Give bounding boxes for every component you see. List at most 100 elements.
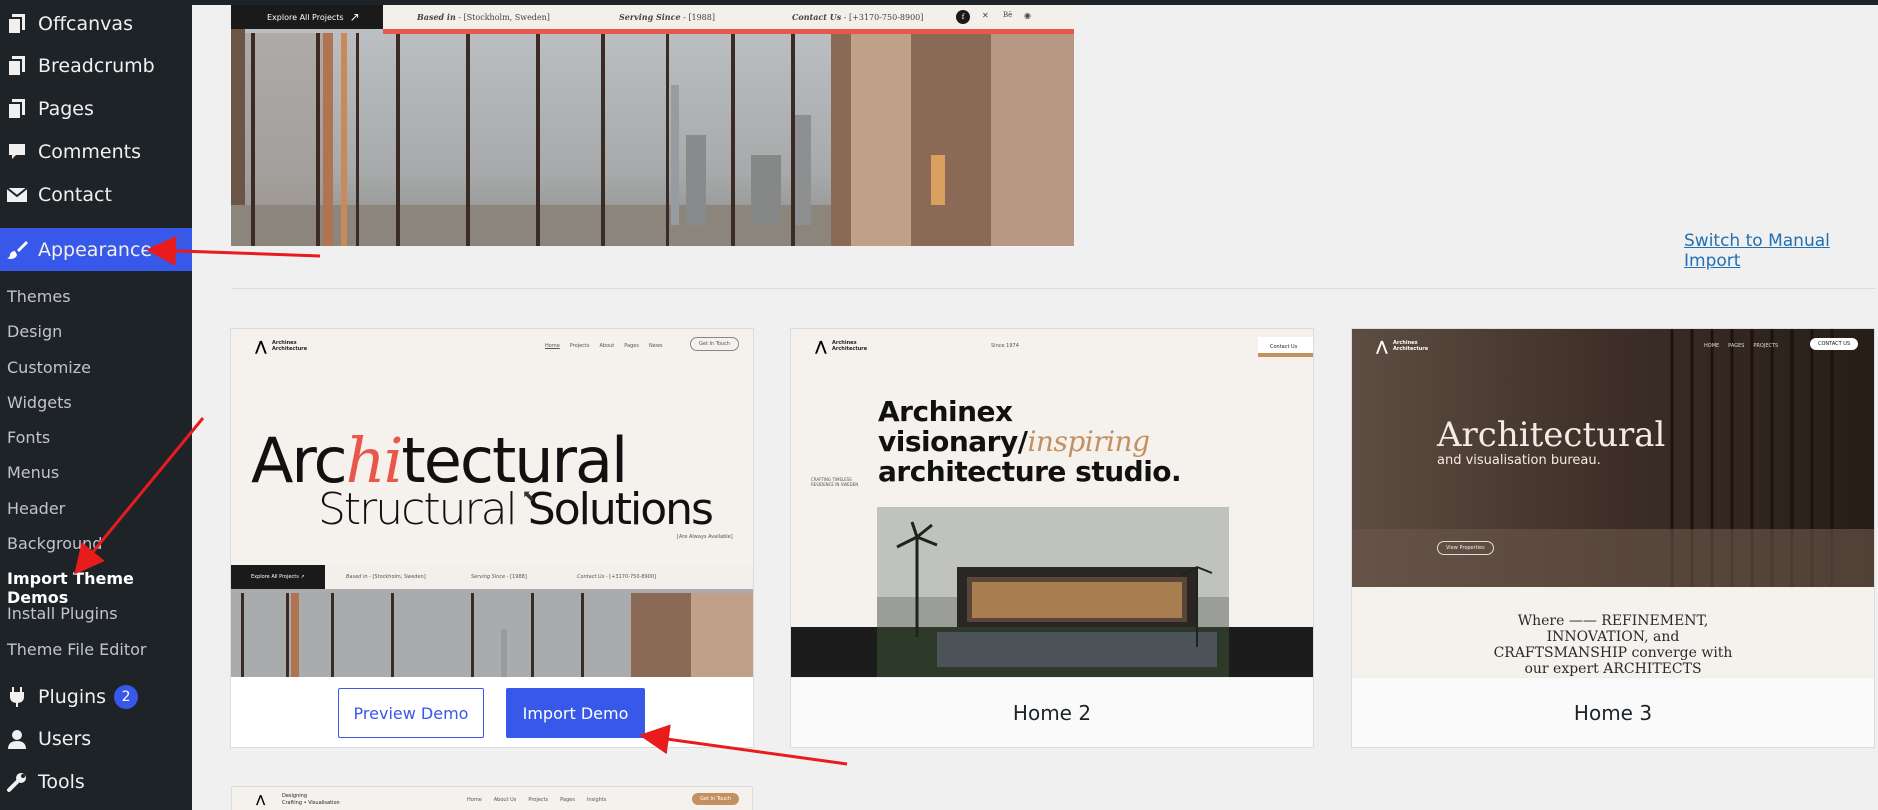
demo-preview-hero: Explore All Projects ↗ Based in - [Stockh… [231, 5, 1074, 246]
demo-title: Home 3 [1352, 677, 1874, 747]
import-demo-button[interactable]: Import Demo [506, 688, 645, 738]
serving-mini: Serving Since - [1988] [471, 574, 527, 580]
based-in-mini: Based in - [Stockholm, Sweden] [346, 574, 426, 580]
menu-item-offcanvas[interactable]: Offcanvas [0, 2, 192, 45]
get-in-touch-mini-button: Get In Touch [692, 793, 740, 805]
based-in-text: Based in - [Stockholm, Sweden] [417, 12, 550, 22]
demo-screenshot: ⋀ Archinex Architecture Since 1974 Conta… [791, 329, 1313, 677]
submenu-background[interactable]: Background [0, 534, 192, 553]
submenu-menus[interactable]: Menus [0, 463, 192, 482]
menu-label: Contact [38, 183, 112, 206]
menu-item-users[interactable]: Users [0, 717, 192, 760]
menu-item-plugins[interactable]: Plugins 2 [0, 675, 192, 718]
availability-tag: [Are Always Available] [677, 534, 733, 540]
mini-nav: HOME PAGES PROJECTS [1704, 343, 1779, 349]
admin-sidebar: Offcanvas Breadcrumb Pages Comments Cont… [0, 0, 192, 810]
mini-nav: Home Projects About Pages News [545, 343, 663, 349]
mouse-cursor-icon: ⬉ [522, 486, 536, 505]
paintbrush-icon [6, 239, 28, 261]
menu-item-appearance[interactable]: Appearance [0, 228, 192, 271]
demo-card-home-4[interactable]: ⋀ Designing Crafting • Visualisation Hom… [231, 786, 753, 810]
demo-screenshot: ⋀ Archinex Architecture Home Projects Ab… [231, 329, 753, 677]
mail-icon [6, 184, 28, 206]
brand-logo-icon: ⋀ [815, 339, 827, 355]
plugin-icon [6, 686, 28, 708]
card-actions [231, 677, 753, 747]
skyline-thumbnail [231, 589, 753, 677]
accent-line [383, 29, 1074, 34]
menu-label: Breadcrumb [38, 54, 155, 77]
facebook-icon[interactable]: f [956, 10, 970, 24]
submenu-themes[interactable]: Themes [0, 287, 192, 306]
pages-icon [6, 98, 28, 120]
skyline-image [231, 5, 1074, 246]
view-properties-mini-button: View Properties [1437, 541, 1494, 555]
interior-photo [1352, 329, 1874, 587]
demo-screenshot: ⋀ Archinex Architecture HOME PAGES PROJECT… [1352, 329, 1874, 677]
hero-info-strip: Explore All Projects ↗ Based in - [Stockh… [231, 5, 1074, 29]
contact-tab: Contact Us [1258, 337, 1313, 357]
contact-mini-button: CONTACT US [1810, 338, 1859, 350]
pages-icon [6, 13, 28, 35]
serving-since-text: Serving Since - [1988] [619, 12, 715, 22]
brand-name: Archinex Architecture [272, 340, 308, 352]
submenu-import-theme-demos[interactable]: Import Theme Demos [0, 569, 192, 607]
update-count-badge: 2 [114, 684, 139, 709]
submenu-design[interactable]: Design [0, 322, 192, 341]
submenu-theme-file-editor[interactable]: Theme File Editor [0, 640, 192, 659]
divider [231, 288, 1876, 289]
get-in-touch-mini-button: Get In Touch [690, 337, 740, 351]
menu-label: Pages [38, 97, 94, 120]
tagline-block: Where —— REFINEMENT, INNOVATION, and CRA… [1352, 587, 1874, 677]
headline-line2: Structural Solutions [318, 484, 714, 535]
wrench-icon [6, 771, 28, 793]
info-strip: Explore All Projects ↗ Based in - [Stock… [231, 565, 753, 589]
demo-card-home-2[interactable]: ⋀ Archinex Architecture Since 1974 Conta… [790, 328, 1314, 748]
mini-nav: Home About Us Projects Pages Insights [467, 797, 607, 803]
x-icon[interactable]: ✕ [982, 11, 989, 20]
submenu-widgets[interactable]: Widgets [0, 393, 192, 412]
since-text: Since 1974 [991, 343, 1019, 349]
user-icon [6, 728, 28, 750]
hero-subheading: and visualisation bureau. [1437, 453, 1601, 468]
submenu-install-plugins[interactable]: Install Plugins [0, 604, 192, 623]
house-photo [877, 507, 1229, 677]
demo-card-home-1[interactable]: ⋀ Archinex Architecture Home Projects Ab… [230, 328, 754, 748]
dribbble-icon[interactable]: ◉ [1024, 11, 1031, 20]
brand-name: Archinex Architecture [1393, 340, 1429, 352]
menu-label: Users [38, 727, 92, 750]
contact-us-text: Contact Us - [+3170-750-8900] [792, 12, 924, 22]
menu-item-breadcrumb[interactable]: Breadcrumb [0, 44, 192, 87]
hero-heading: Architectural [1437, 415, 1666, 455]
brand-logo-icon: ⋀ [256, 793, 266, 806]
menu-item-tools[interactable]: Tools [0, 760, 192, 803]
switch-to-manual-import-link[interactable]: Switch to Manual Import [1684, 231, 1878, 271]
menu-label: Tools [38, 770, 85, 793]
preview-demo-button[interactable]: Preview Demo [338, 688, 484, 738]
menu-item-contact[interactable]: Contact [0, 173, 192, 216]
contact-mini: Contact Us - [+3170-750-8900] [577, 574, 656, 580]
explore-mini: Explore All Projects ↗ [231, 565, 325, 589]
menu-item-comments[interactable]: Comments [0, 130, 192, 173]
demo-title: Home 2 [791, 677, 1313, 747]
behance-icon[interactable]: Bē [1003, 11, 1012, 19]
brand-logo-icon: ⋀ [255, 339, 267, 355]
explore-projects-button[interactable]: Explore All Projects ↗ [231, 5, 383, 29]
menu-label: Plugins [38, 685, 107, 708]
page: Offcanvas Breadcrumb Pages Comments Cont… [0, 0, 1878, 810]
brand-line1: Designing [282, 793, 307, 799]
comment-icon [6, 141, 28, 163]
submenu-header[interactable]: Header [0, 499, 192, 518]
hero-heading: Archinex visionary/inspiring architectur… [878, 395, 1182, 488]
menu-label: Comments [38, 140, 141, 163]
menu-label: Offcanvas [38, 12, 133, 35]
menu-label: Appearance [38, 238, 153, 261]
menu-item-pages[interactable]: Pages [0, 87, 192, 130]
pages-icon [6, 55, 28, 77]
demo-card-home-3[interactable]: ⋀ Archinex Architecture HOME PAGES PROJECT… [1351, 328, 1875, 748]
side-tagline: CRAFTING TIMELESS RESIDENCE IN SWEDEN [811, 477, 859, 487]
brand-name: Archinex Architecture [832, 340, 868, 352]
brand-line2: Crafting • Visualisation [282, 800, 340, 806]
submenu-fonts[interactable]: Fonts [0, 428, 192, 447]
submenu-customize[interactable]: Customize [0, 358, 192, 377]
